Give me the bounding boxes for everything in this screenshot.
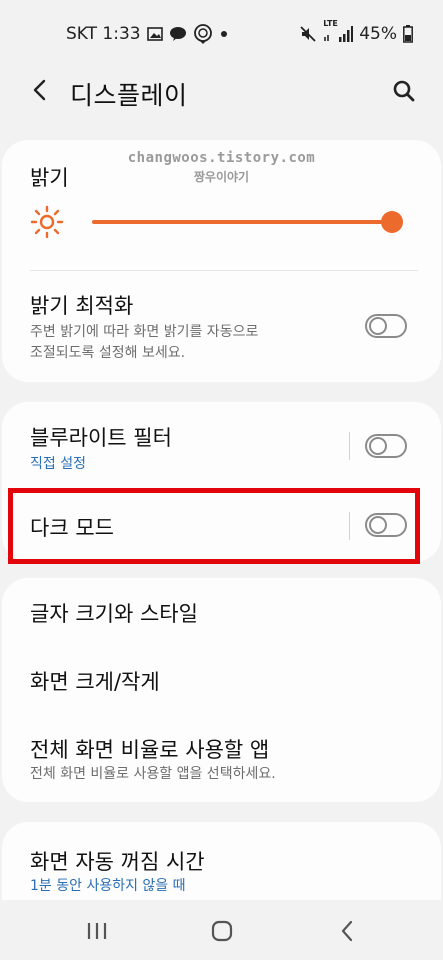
battery-percent: 45% <box>359 24 397 44</box>
dark-mode-highlight <box>8 488 420 564</box>
navigation-bar <box>0 900 443 960</box>
status-right: LTE 45% <box>299 19 413 44</box>
screen-timeout-subtitle: 1분 동안 사용하지 않을 때 <box>30 878 186 894</box>
mute-icon <box>299 25 317 43</box>
fullscreen-apps-desc: 전체 화면 비율로 사용할 앱을 선택하세요. <box>30 766 276 782</box>
adaptive-brightness-toggle[interactable] <box>365 314 407 338</box>
recents-button[interactable] <box>82 918 112 944</box>
back-button[interactable] <box>24 74 56 106</box>
talk-icon <box>169 26 187 42</box>
adaptive-brightness-desc-1: 주변 밝기에 따라 화면 밝기를 자동으로 <box>30 324 259 340</box>
sun-icon <box>30 205 64 239</box>
home-button[interactable] <box>207 918 237 944</box>
search-button[interactable] <box>387 74 421 108</box>
screen-zoom-item[interactable]: 화면 크게/작게 <box>30 666 160 696</box>
vertical-separator <box>349 432 350 460</box>
blue-light-toggle[interactable] <box>365 434 407 458</box>
lte-signal-icon: LTE <box>323 19 354 43</box>
blue-light-subtitle: 직접 설정 <box>30 456 86 472</box>
gallery-icon <box>146 27 163 41</box>
blue-light-title[interactable]: 블루라이트 필터 <box>30 422 172 452</box>
adaptive-brightness-desc-2: 조절되도록 설정해 보세요. <box>30 345 186 361</box>
lte-label: LTE <box>323 19 338 28</box>
back-arrow-icon <box>33 79 46 101</box>
status-bar: SKT 1:33 LTE 45% <box>0 0 443 66</box>
brightness-slider-track[interactable] <box>92 220 392 224</box>
adaptive-brightness-title[interactable]: 밝기 최적화 <box>30 290 133 320</box>
toggle-knob <box>369 317 387 335</box>
brightness-slider-thumb[interactable] <box>381 211 403 233</box>
toggle-knob <box>369 437 387 455</box>
divider <box>30 270 418 271</box>
page-title: 디스플레이 <box>70 81 188 110</box>
home-icon <box>211 920 233 942</box>
carrier-time: SKT 1:33 <box>66 24 141 44</box>
recents-icon <box>87 923 107 939</box>
fullscreen-apps-title[interactable]: 전체 화면 비율로 사용할 앱 <box>30 734 269 764</box>
battery-icon <box>403 25 413 43</box>
app-header: 디스플레이 <box>0 66 443 118</box>
brightness-label: 밝기 <box>30 166 69 190</box>
search-icon <box>393 80 415 102</box>
location-face-icon <box>193 24 213 44</box>
screen-timeout-title[interactable]: 화면 자동 꺼짐 시간 <box>30 846 205 876</box>
back-nav-icon <box>341 920 353 942</box>
font-size-style-item[interactable]: 글자 크기와 스타일 <box>30 598 198 628</box>
status-left: SKT 1:33 <box>66 24 229 44</box>
back-nav-button[interactable] <box>332 918 362 944</box>
dot-icon <box>219 29 229 39</box>
